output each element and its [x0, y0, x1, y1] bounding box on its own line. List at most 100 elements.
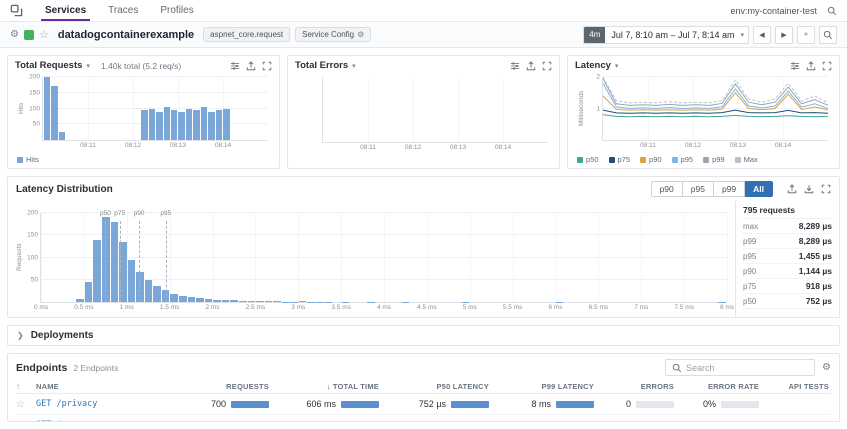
time-range-picker[interactable]: 4m Jul 7, 8:10 am – Jul 7, 8:14 am ▾ — [583, 26, 749, 44]
total-errors-title[interactable]: Total Errors — [295, 60, 348, 71]
cell-requests: 700 — [176, 399, 271, 409]
tab-profiles[interactable]: Profiles — [149, 0, 204, 21]
latency-stats-panel: 795 requests max8,289 µsp998,289 µsp951,… — [735, 201, 839, 317]
legend-item-p75[interactable]: p75 — [609, 155, 631, 164]
summary-charts-row: Total Requests▾ 1.40k total (5.2 req/s) … — [7, 55, 840, 169]
percentile-range-buttons: p90p95p99All — [651, 181, 773, 197]
primary-tabs: Services Traces Profiles — [34, 0, 205, 21]
latency-plot[interactable]: 1208:1108:1208:1308:14Milliseconds — [602, 77, 828, 141]
total-requests-legend[interactable]: Hits — [8, 154, 279, 168]
export-icon[interactable] — [246, 61, 256, 71]
latency-title[interactable]: Latency — [575, 60, 611, 71]
total-errors-chart-card: Total Errors ▾ 08:1108:1208:1308:14 — [287, 55, 560, 169]
chart-settings-icon[interactable] — [230, 61, 240, 71]
table-settings-gear-icon[interactable]: ⚙ — [822, 363, 831, 373]
fullscreen-icon[interactable] — [542, 61, 552, 71]
sort-arrow-down-icon: ↓ — [327, 382, 331, 391]
column-header-p99-latency[interactable]: P99 LATENCY — [491, 382, 596, 391]
search-icon[interactable] — [827, 6, 837, 16]
chevron-down-icon: ▾ — [86, 62, 90, 70]
cell-error_rate: 0% — [676, 420, 761, 422]
service-config-badge[interactable]: Service Config⚙ — [295, 27, 371, 42]
service-config-label: Service Config — [302, 30, 354, 39]
range-button-p90[interactable]: p90 — [651, 181, 683, 197]
endpoints-search-input[interactable] — [686, 363, 808, 373]
requests-count-label: 795 requests — [743, 204, 832, 219]
fullscreen-icon[interactable] — [262, 61, 272, 71]
column-header-errors[interactable]: ERRORS — [596, 382, 676, 391]
time-live-button[interactable]: » — [797, 26, 815, 44]
stat-row-max: max8,289 µs — [743, 219, 832, 234]
export-icon[interactable] — [526, 61, 536, 71]
range-button-p99[interactable]: p99 — [714, 181, 745, 197]
chevron-down-icon: ▾ — [615, 62, 619, 70]
endpoint-row[interactable]: ☆GET /privacy700606 ms752 µs8 ms00% — [16, 394, 831, 415]
favorite-star-icon[interactable]: ☆ — [39, 28, 49, 41]
cell-errors: 0 — [596, 399, 676, 409]
chevron-down-icon: ▾ — [740, 31, 744, 39]
column-header-error-rate[interactable]: ERROR RATE — [676, 382, 761, 391]
datadog-logo[interactable] — [10, 4, 24, 18]
column-header-api-tests[interactable]: API TESTS — [761, 382, 831, 391]
total-requests-summary: 1.40k total (5.2 req/s) — [101, 61, 181, 71]
tab-traces[interactable]: Traces — [97, 0, 149, 21]
sort-arrow-up-icon[interactable]: ↑ — [16, 382, 36, 391]
favorite-star-icon[interactable]: ☆ — [16, 399, 36, 410]
cell-errors: 0 — [596, 420, 676, 422]
column-header-total-time[interactable]: ↓TOTAL TIME — [271, 382, 381, 391]
legend-item-max[interactable]: Max — [735, 155, 758, 164]
latency-chart-card: Latency ▾ 1208:1108:1208:1308:14Milliseco… — [567, 55, 840, 169]
legend-item-p99[interactable]: p99 — [703, 155, 725, 164]
chevron-right-icon: ❯ — [17, 331, 24, 340]
fullscreen-icon[interactable] — [821, 184, 831, 194]
chevron-down-icon: ▾ — [352, 62, 356, 70]
operation-badge[interactable]: aspnet_core.request — [203, 27, 290, 42]
time-back-button[interactable]: ◀ — [753, 26, 771, 44]
export-icon[interactable] — [806, 61, 816, 71]
latency-legend[interactable]: p50 p75 p90 p95 p99 Max — [568, 154, 839, 168]
export-icon[interactable] — [787, 184, 797, 194]
chart-settings-icon[interactable] — [510, 61, 520, 71]
time-preset-chip: 4m — [584, 27, 605, 43]
env-selector[interactable]: env:my-container-test — [730, 6, 817, 16]
column-header-p50-latency[interactable]: P50 LATENCY — [381, 382, 491, 391]
latency-stats-rows: max8,289 µsp998,289 µsp951,455 µsp901,14… — [743, 219, 832, 309]
latency-distribution-card: Latency Distribution p90p95p99All 501001… — [7, 176, 840, 318]
fullscreen-icon[interactable] — [822, 61, 832, 71]
endpoint-row[interactable]: ☆GET /700587 ms722 µs5 ms00% — [16, 415, 831, 422]
column-header-requests[interactable]: REQUESTS — [176, 382, 271, 391]
total-requests-title[interactable]: Total Requests — [15, 60, 82, 71]
latency-histogram-plot[interactable]: 501001502000 ms0.5 ms1 ms1.5 ms2 ms2.5 m… — [40, 213, 727, 303]
cell-total_time: 587 ms — [271, 420, 381, 422]
favorite-star-icon[interactable]: ☆ — [16, 420, 36, 423]
time-forward-button[interactable]: ▶ — [775, 26, 793, 44]
legend-item-hits[interactable]: Hits — [17, 155, 39, 164]
range-button-p95[interactable]: p95 — [683, 181, 714, 197]
topbar-right-controls: env:my-container-test — [730, 6, 837, 16]
operation-badge-label: aspnet_core.request — [210, 30, 283, 39]
tab-services[interactable]: Services — [34, 0, 97, 21]
column-header-name[interactable]: NAME — [36, 382, 176, 391]
range-button-all[interactable]: All — [745, 181, 773, 197]
legend-item-p50[interactable]: p50 — [577, 155, 599, 164]
total-requests-plot[interactable]: 5010015020008:1108:1208:1308:14Hits — [42, 77, 268, 141]
cell-p50: 752 µs — [381, 399, 491, 409]
time-zoom-button[interactable] — [819, 26, 837, 44]
endpoint-link[interactable]: GET /privacy — [36, 399, 176, 409]
cell-error_rate: 0% — [676, 399, 761, 409]
endpoints-table-body: ☆GET /privacy700606 ms752 µs8 ms00%☆GET … — [16, 394, 831, 422]
legend-item-p95[interactable]: p95 — [672, 155, 694, 164]
deployments-section-toggle[interactable]: ❯ Deployments — [7, 325, 840, 346]
download-icon[interactable] — [804, 184, 814, 194]
main-content: Total Requests▾ 1.40k total (5.2 req/s) … — [0, 48, 847, 429]
legend-item-p90[interactable]: p90 — [640, 155, 662, 164]
endpoints-search-box[interactable] — [665, 359, 815, 376]
service-status-indicator — [24, 30, 34, 40]
chart-settings-icon[interactable] — [790, 61, 800, 71]
service-header: ⚙ ☆ datadogcontainerexample aspnet_core.… — [0, 22, 847, 48]
endpoints-count: 2 Endpoints — [73, 363, 118, 373]
total-errors-plot[interactable]: 08:1108:1208:1308:14 — [322, 77, 548, 143]
settings-gear-icon[interactable]: ⚙ — [10, 30, 19, 40]
endpoint-link[interactable]: GET / — [36, 420, 176, 422]
latency-distribution-title: Latency Distribution — [16, 184, 113, 195]
